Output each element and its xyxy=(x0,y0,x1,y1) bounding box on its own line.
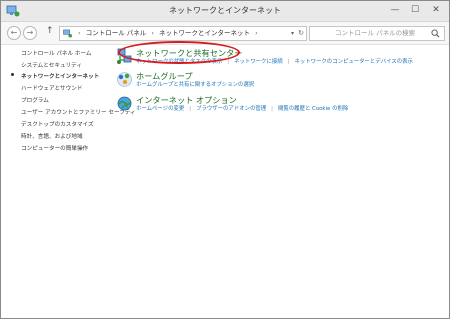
sidebar: コントロール パネル ホーム システムとセキュリティ ネットワークとインターネッ… xyxy=(1,45,136,318)
sidebar-item-clock-language-region[interactable]: 時計、言語、および地域 xyxy=(21,132,83,140)
title-bar: ネットワークとインターネット — ☐ ✕ xyxy=(1,1,449,22)
breadcrumb-separator: › xyxy=(78,29,81,37)
search-icon[interactable] xyxy=(431,29,440,38)
breadcrumb-network-internet[interactable]: ネットワークとインターネット xyxy=(159,29,250,37)
up-button[interactable]: ↑ xyxy=(46,26,54,36)
address-dropdown-button[interactable]: ▾ xyxy=(291,27,294,40)
navigation-bar: ← → ↑ › コントロール パネル › ネットワークとインターネット › ▾ … xyxy=(1,22,449,45)
breadcrumb: › コントロール パネル › ネットワークとインターネット › xyxy=(75,27,261,40)
minimize-button[interactable]: — xyxy=(386,3,404,17)
sidebar-item-network-internet[interactable]: ネットワークとインターネット xyxy=(11,72,100,80)
search-input[interactable]: コントロール パネルの検索 xyxy=(309,26,445,41)
homegroup-sharing-options-link[interactable]: ホームグループと共有に関するオプションの選択 xyxy=(136,80,254,88)
internet-options-tasks: ホームページの変更 | ブラウザーのアドオンの管理 | 閲覧の履歴と Cookie の削… xyxy=(136,104,348,112)
current-item-bullet xyxy=(11,73,14,76)
sidebar-item-system-security[interactable]: システムとセキュリティ xyxy=(21,61,82,69)
address-bar[interactable]: › コントロール パネル › ネットワークとインターネット › ▾ ↻ xyxy=(59,26,307,41)
sidebar-item-ease-of-access[interactable]: コンピューターの簡単操作 xyxy=(21,144,88,152)
link-separator: | xyxy=(227,59,230,65)
content-area: コントロール パネル ホーム システムとセキュリティ ネットワークとインターネッ… xyxy=(1,45,449,318)
internet-options-icon xyxy=(117,96,132,111)
sidebar-item-hardware-sound[interactable]: ハードウェアとサウンド xyxy=(21,84,82,92)
highlight-ellipse xyxy=(118,41,240,64)
delete-browsing-history-link[interactable]: 閲覧の履歴と Cookie の削除 xyxy=(278,104,348,112)
breadcrumb-separator: › xyxy=(255,29,258,37)
sidebar-item-desktop-customization[interactable]: デスクトップのカスタマイズ xyxy=(21,120,94,128)
close-button[interactable]: ✕ xyxy=(427,3,445,17)
sidebar-item-programs[interactable]: プログラム xyxy=(21,96,49,104)
sidebar-item-label: ネットワークとインターネット xyxy=(21,74,100,80)
link-separator: | xyxy=(271,106,273,112)
control-panel-icon xyxy=(63,29,72,38)
breadcrumb-separator: › xyxy=(151,29,154,37)
search-placeholder: コントロール パネルの検索 xyxy=(335,29,416,37)
control-panel-window: ネットワークとインターネット — ☐ ✕ ← → ↑ › コントロール パネル … xyxy=(0,0,450,319)
breadcrumb-control-panel[interactable]: コントロール パネル xyxy=(86,29,147,37)
view-network-computers-link[interactable]: ネットワークのコンピューターとデバイスの表示 xyxy=(294,57,412,65)
link-separator: | xyxy=(287,59,290,65)
forward-button[interactable]: → xyxy=(23,26,37,40)
sidebar-home-link[interactable]: コントロール パネル ホーム xyxy=(21,49,92,57)
connect-to-network-link[interactable]: ネットワークに接続 xyxy=(234,57,283,65)
homegroup-tasks: ホームグループと共有に関するオプションの選択 xyxy=(136,80,254,88)
back-button[interactable]: ← xyxy=(7,26,21,40)
refresh-button[interactable]: ↻ xyxy=(298,27,304,40)
manage-browser-addons-link[interactable]: ブラウザーのアドオンの管理 xyxy=(196,104,266,112)
maximize-button[interactable]: ☐ xyxy=(406,3,424,17)
homegroup-icon xyxy=(117,72,132,87)
link-separator: | xyxy=(189,106,192,112)
window-title: ネットワークとインターネット xyxy=(169,6,281,15)
change-home-page-link[interactable]: ホームページの変更 xyxy=(136,104,184,112)
